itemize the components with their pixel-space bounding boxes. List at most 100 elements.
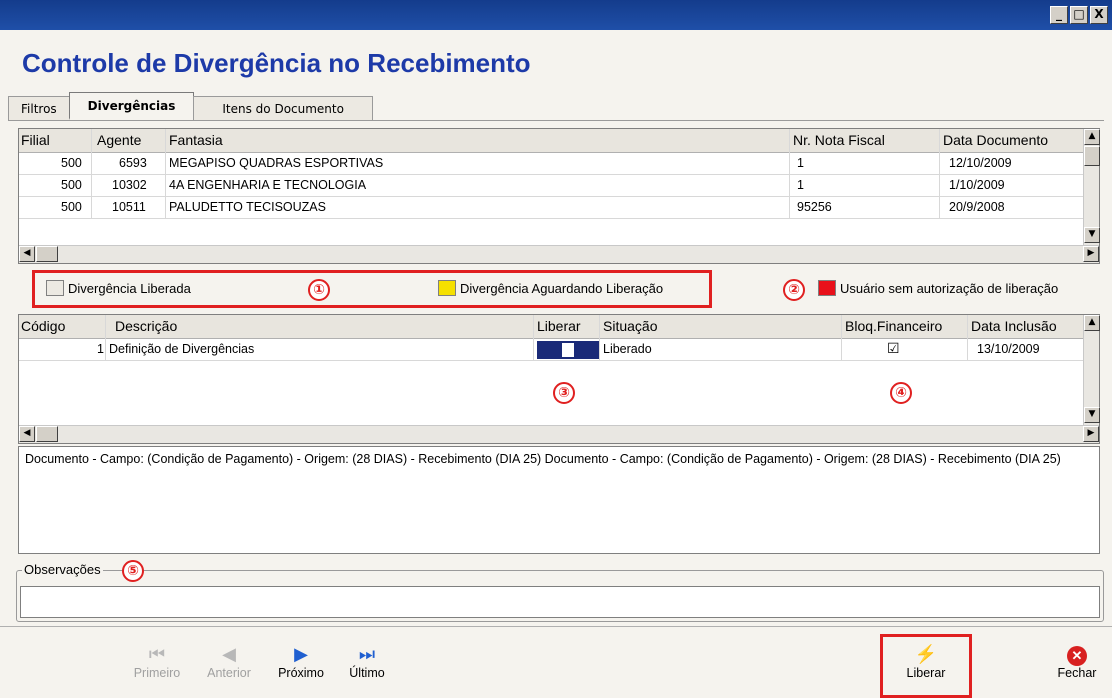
legend-label: Divergência Liberada — [68, 280, 191, 296]
liberar-checkbox[interactable] — [537, 341, 599, 359]
last-record-icon: ⏭ — [358, 644, 376, 664]
color-swatch — [818, 280, 836, 296]
legend-liberada: Divergência Liberada — [46, 280, 191, 296]
scroll-up-icon[interactable]: ▲ — [1084, 129, 1100, 145]
anterior-label: Anterior — [207, 666, 251, 680]
details-textarea[interactable]: Documento - Campo: (Condição de Pagament… — [18, 446, 1100, 554]
fechar-button[interactable]: ✕ Fechar — [1042, 642, 1112, 680]
next-record-icon: ▶ — [294, 644, 308, 664]
col-filial[interactable]: Filial — [21, 132, 50, 148]
vertical-scrollbar[interactable]: ▲ ▼ — [1083, 315, 1100, 425]
ultimo-label: Último — [349, 666, 385, 680]
anterior-button[interactable]: ◀ Anterior — [194, 642, 264, 680]
scroll-up-icon[interactable]: ▲ — [1084, 315, 1100, 331]
documents-grid-header: Filial Agente Fantasia Nr. Nota Fiscal D… — [19, 129, 1083, 153]
tab-filtros[interactable]: Filtros — [8, 96, 70, 120]
close-icon: ✕ — [1042, 642, 1112, 666]
table-row[interactable]: 500 10302 4A ENGENHARIA E TECNOLOGIA 1 1… — [19, 175, 1083, 197]
col-divider — [105, 315, 106, 361]
col-situacao[interactable]: Situação — [603, 318, 657, 334]
scroll-left-icon[interactable]: ◀ — [19, 426, 35, 442]
col-fantasia[interactable]: Fantasia — [169, 132, 223, 148]
cell-filial: 500 — [61, 178, 82, 192]
documents-grid[interactable]: Filial Agente Fantasia Nr. Nota Fiscal D… — [18, 128, 1100, 264]
scroll-right-icon[interactable]: ▶ — [1083, 246, 1099, 262]
cell-nota: 95256 — [797, 200, 832, 214]
tab-divergencias[interactable]: Divergências — [68, 92, 195, 120]
table-row[interactable]: 500 6593 MEGAPISO QUADRAS ESPORTIVAS 1 1… — [19, 153, 1083, 175]
tab-bar: Filtros Divergências Itens do Documento — [8, 92, 373, 120]
col-divider — [967, 315, 968, 361]
scroll-thumb-h[interactable] — [36, 246, 58, 262]
cell-filial: 500 — [61, 156, 82, 170]
lightning-icon: ⚡ — [914, 644, 938, 664]
liberar-button[interactable]: ⚡ Liberar — [891, 642, 961, 680]
cell-fantasia: PALUDETTO TECISOUZAS — [169, 200, 326, 214]
cell-agente: 10302 — [112, 178, 147, 192]
marker-1: ① — [308, 279, 330, 301]
primeiro-label: Primeiro — [133, 666, 181, 680]
scroll-down-icon[interactable]: ▼ — [1084, 407, 1100, 423]
color-swatch — [46, 280, 64, 296]
scroll-thumb[interactable] — [1084, 146, 1100, 166]
scroll-right-icon[interactable]: ▶ — [1083, 426, 1099, 442]
cell-data: 12/10/2009 — [949, 156, 1012, 170]
col-data-inclusao[interactable]: Data Inclusão — [971, 318, 1057, 334]
bottom-divider — [0, 626, 1112, 627]
cell-fantasia: MEGAPISO QUADRAS ESPORTIVAS — [169, 156, 384, 170]
first-record-icon: ⏮ — [148, 644, 166, 664]
divergences-grid-header: Código Descrição Liberar Situação Bloq.F… — [19, 315, 1083, 339]
col-nota-fiscal[interactable]: Nr. Nota Fiscal — [793, 132, 885, 148]
col-divider — [91, 129, 92, 219]
minimize-button[interactable]: _ — [1050, 6, 1068, 24]
previous-record-icon: ◀ — [222, 644, 236, 664]
cell-situacao: Liberado — [603, 342, 652, 356]
cell-filial: 500 — [61, 200, 82, 214]
scroll-thumb-h[interactable] — [36, 426, 58, 442]
proximo-button[interactable]: ▶ Próximo — [266, 642, 336, 680]
cell-nota: 1 — [797, 178, 804, 192]
col-divider — [165, 129, 166, 219]
col-bloq-financeiro[interactable]: Bloq.Financeiro — [845, 318, 942, 334]
marker-2: ② — [783, 279, 805, 301]
observacoes-input[interactable] — [20, 586, 1100, 618]
col-agente[interactable]: Agente — [97, 132, 141, 148]
vertical-scrollbar[interactable]: ▲ ▼ — [1083, 129, 1100, 245]
maximize-button[interactable]: □ — [1070, 6, 1088, 24]
horizontal-scrollbar[interactable]: ◀ ▶ — [19, 425, 1099, 443]
tab-itens-documento[interactable]: Itens do Documento — [193, 96, 373, 120]
ultimo-button[interactable]: ⏭ Último — [332, 642, 402, 680]
col-divider — [789, 129, 790, 219]
col-descricao[interactable]: Descrição — [115, 318, 177, 334]
scroll-left-icon[interactable]: ◀ — [19, 246, 35, 262]
legend-aguardando: Divergência Aguardando Liberação — [438, 280, 663, 296]
table-row[interactable]: 1 Definição de Divergências Liberado ☑ 1… — [19, 339, 1083, 361]
color-swatch — [438, 280, 456, 296]
checkbox-box — [562, 343, 574, 357]
marker-4: ④ — [890, 382, 912, 404]
close-window-button[interactable]: X — [1090, 6, 1108, 24]
cell-agente: 6593 — [119, 156, 147, 170]
col-liberar[interactable]: Liberar — [537, 318, 581, 334]
primeiro-button[interactable]: ⏮ Primeiro — [122, 642, 192, 680]
observacoes-label: Observações — [22, 562, 103, 577]
fechar-label: Fechar — [1057, 666, 1097, 680]
cell-data: 20/9/2008 — [949, 200, 1005, 214]
horizontal-scrollbar[interactable]: ◀ ▶ — [19, 245, 1099, 263]
scroll-down-icon[interactable]: ▼ — [1084, 227, 1100, 243]
bloq-financeiro-checkbox[interactable]: ☑ — [887, 340, 900, 357]
col-data-documento[interactable]: Data Documento — [943, 132, 1048, 148]
table-row[interactable]: 500 10511 PALUDETTO TECISOUZAS 95256 20/… — [19, 197, 1083, 219]
col-divider — [939, 129, 940, 219]
proximo-label: Próximo — [278, 666, 324, 680]
col-divider — [599, 315, 600, 361]
page-title: Controle de Divergência no Recebimento — [22, 48, 531, 78]
legend-label: Divergência Aguardando Liberação — [460, 280, 664, 296]
legend-sem-autorizacao: Usuário sem autorização de liberação — [818, 280, 1058, 296]
col-codigo[interactable]: Código — [21, 318, 65, 334]
tab-divider — [8, 120, 1104, 121]
divergences-grid[interactable]: Código Descrição Liberar Situação Bloq.F… — [18, 314, 1100, 444]
window-titlebar: _ □ X — [0, 0, 1112, 30]
app-body: Controle de Divergência no Recebimento F… — [0, 30, 1112, 698]
marker-5: ⑤ — [122, 560, 144, 582]
